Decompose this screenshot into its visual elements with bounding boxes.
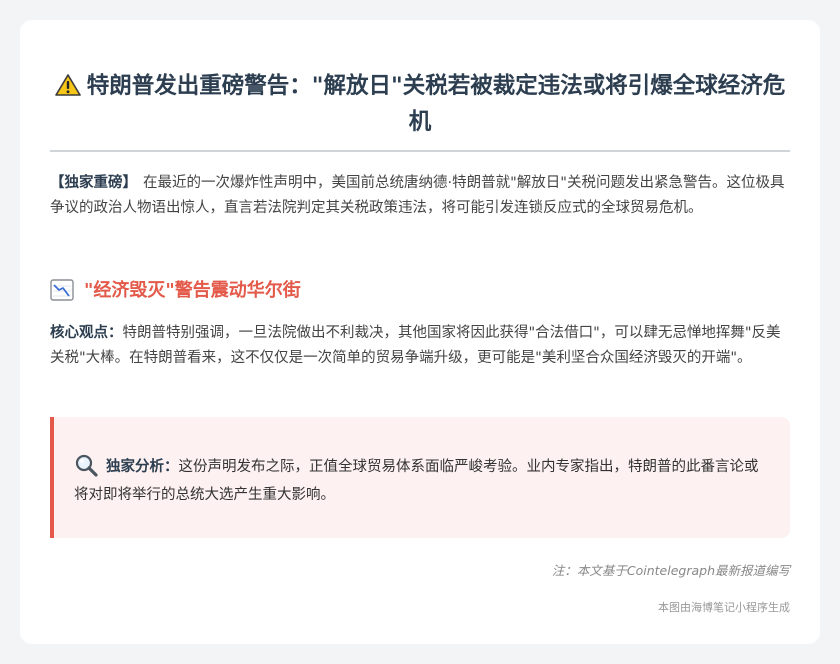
analysis-paragraph: 独家分析：这份声明发布之际，正值全球贸易体系面临严峻考验。业内专家指出，特朗普的… <box>74 453 766 509</box>
core-paragraph: 核心观点：特朗普特别强调，一旦法院做出不利裁决，其他国家将因此获得"合法借口"，… <box>50 321 790 371</box>
intro-paragraph: 【独家重磅】 在最近的一次爆炸性声明中，美国前总统唐纳德·特朗普就"解放日"关税问… <box>50 171 790 221</box>
page-title: 特朗普发出重磅警告："解放日"关税若被裁定违法或将引爆全球经济危机 <box>50 68 790 140</box>
footer-credit: 本图由海博笔记小程序生成 <box>658 601 790 614</box>
title-block: 特朗普发出重磅警告："解放日"关税若被裁定违法或将引爆全球经济危机 <box>50 68 790 152</box>
magnifier-icon <box>75 454 98 477</box>
section-heading-text: "经济毁灭"警告震动华尔街 <box>84 280 301 301</box>
chart-decreasing-icon <box>50 279 74 301</box>
core-text: 特朗普特别强调，一旦法院做出不利裁决，其他国家将因此获得"合法借口"，可以肆无忌… <box>50 325 781 366</box>
source-note: 注：本文基于Cointelegraph最新报道编写 <box>551 563 790 578</box>
intro-text: 在最近的一次爆炸性声明中，美国前总统唐纳德·特朗普就"解放日"关税问题发出紧急警… <box>50 175 785 216</box>
title-text: 特朗普发出重磅警告："解放日"关税若被裁定违法或将引爆全球经济危机 <box>86 73 786 135</box>
article-card: 特朗普发出重磅警告："解放日"关税若被裁定违法或将引爆全球经济危机 【独家重磅】… <box>20 20 820 644</box>
intro-tag: 【独家重磅】 <box>50 175 137 191</box>
section-heading: "经济毁灭"警告震动华尔街 <box>50 277 790 305</box>
analysis-label: 独家分析： <box>106 459 179 475</box>
warning-icon <box>54 74 81 96</box>
analysis-callout: 独家分析：这份声明发布之际，正值全球贸易体系面临严峻考验。业内专家指出，特朗普的… <box>50 417 790 538</box>
core-label: 核心观点： <box>50 325 123 341</box>
